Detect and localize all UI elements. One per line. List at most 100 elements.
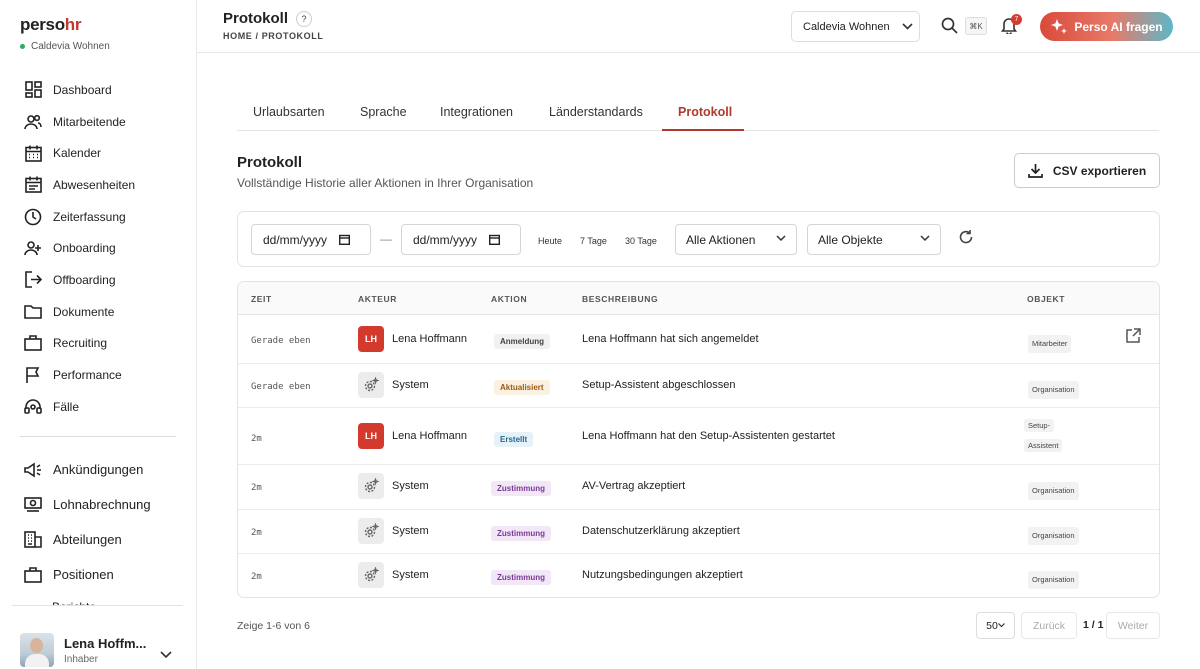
sidebar-item-label: Lohnabrechnung — [53, 497, 151, 512]
sidebar-item-abwesenheiten[interactable]: Abwesenheiten — [14, 169, 184, 201]
chevron-down-icon[interactable] — [160, 646, 172, 664]
sidebar-item-ankuendigungen[interactable]: Ankündigungen — [14, 452, 184, 487]
sidebar-item-recruiting[interactable]: Recruiting — [14, 328, 184, 360]
tab-integrationen[interactable]: Integrationen — [440, 105, 513, 119]
row-time: 2m — [251, 434, 262, 444]
refresh-icon[interactable] — [958, 229, 974, 250]
money-icon — [23, 495, 43, 515]
page-size-select[interactable]: 50 — [976, 612, 1015, 639]
object-badge: Organisation — [1028, 571, 1079, 589]
object-badge: Mitarbeiter — [1028, 335, 1072, 353]
row-time: 2m — [251, 483, 262, 493]
clock-icon — [23, 207, 43, 227]
row-actor: System — [358, 562, 429, 588]
table-row[interactable]: 2m System Zustimmung Nutzungsbedingungen… — [238, 554, 1159, 597]
quick-filter-30-days[interactable]: 30 Tage — [625, 236, 657, 246]
row-description: Lena Hoffmann hat den Setup-Assistenten … — [582, 430, 835, 442]
sidebar-nav: Dashboard Mitarbeitende Kalender Abwesen… — [14, 74, 184, 423]
sidebar-item-dokumente[interactable]: Dokumente — [14, 296, 184, 328]
system-gear-icon — [358, 518, 384, 544]
sidebar-item-label: Ankündigungen — [53, 462, 144, 477]
logo[interactable]: persohr — [20, 15, 82, 35]
org-select[interactable]: Caldevia Wohnen — [791, 11, 920, 42]
sidebar-item-mitarbeitende[interactable]: Mitarbeitende — [14, 106, 184, 138]
sidebar-item-label: Onboarding — [53, 241, 116, 256]
section-subtitle: Vollständige Historie aller Aktionen in … — [237, 176, 534, 190]
section-title: Protokoll — [237, 154, 303, 171]
table-row[interactable]: 2m System Zustimmung AV-Vertrag akzeptie… — [238, 465, 1159, 510]
building-icon — [23, 530, 43, 550]
sidebar-nav-secondary: Ankündigungen Lohnabrechnung Abteilungen… — [14, 452, 184, 592]
calendar-icon — [23, 143, 43, 163]
sidebar-item-label: Mitarbeitende — [53, 114, 126, 129]
column-header-beschreibung: BESCHREIBUNG — [582, 294, 659, 304]
nav-divider — [20, 436, 176, 437]
table-row[interactable]: Gerade eben LH Lena Hoffmann Anmeldung L… — [238, 315, 1159, 364]
row-actor: System — [358, 473, 429, 499]
sidebar-item-positionen[interactable]: Positionen — [14, 557, 184, 592]
sidebar-item-offboarding[interactable]: Offboarding — [14, 264, 184, 296]
sidebar-item-abteilungen[interactable]: Abteilungen — [14, 522, 184, 557]
ask-ai-button[interactable]: Perso AI fragen — [1040, 12, 1173, 41]
help-icon[interactable]: ? — [296, 10, 313, 27]
tab-sprache[interactable]: Sprache — [360, 105, 407, 119]
absence-icon — [23, 175, 43, 195]
filter-bar: dd/mm/yyyy — dd/mm/yyyy Heute 7 Tage 30 … — [237, 211, 1160, 267]
sidebar-item-label: Fälle — [53, 399, 80, 414]
action-badge: Zustimmung — [491, 570, 551, 585]
flag-icon — [23, 365, 43, 385]
page-title: Protokoll ? — [223, 10, 313, 27]
sidebar-item-faelle[interactable]: Fälle — [14, 391, 184, 423]
sidebar-item-label: Dashboard — [53, 82, 112, 97]
table-row[interactable]: 2m System Zustimmung Datenschutzerklärun… — [238, 510, 1159, 554]
shortcut-hint: ⌘K — [965, 17, 987, 35]
object-badge: Setup- Assistent — [1024, 416, 1070, 456]
search-icon[interactable] — [941, 17, 958, 39]
folder-icon — [23, 302, 43, 322]
sidebar-item-kalender[interactable]: Kalender — [14, 137, 184, 169]
pagination-summary: Zeige 1-6 von 6 — [237, 620, 310, 632]
object-filter-select[interactable]: Alle Objekte — [807, 224, 941, 255]
date-to-input[interactable]: dd/mm/yyyy — [401, 224, 521, 255]
tab-urlaubsarten[interactable]: Urlaubsarten — [253, 105, 325, 119]
briefcase-icon — [23, 333, 43, 353]
sidebar: persohr Caldevia Wohnen Dashboard Mitarb… — [0, 0, 197, 669]
row-description: Nutzungsbedingungen akzeptiert — [582, 569, 743, 581]
table-row[interactable]: Gerade eben System Aktualisiert Setup-As… — [238, 364, 1159, 408]
sidebar-item-zeiterfassung[interactable]: Zeiterfassung — [14, 201, 184, 233]
column-header-zeit: ZEIT — [251, 294, 272, 304]
tab-laenderstandards[interactable]: Länderstandards — [549, 105, 643, 119]
sidebar-item-dashboard[interactable]: Dashboard — [14, 74, 184, 106]
tab-protokoll[interactable]: Protokoll — [678, 105, 732, 119]
csv-export-button[interactable]: CSV exportieren — [1014, 153, 1160, 188]
settings-tabs: Urlaubsarten Sprache Integrationen Lände… — [237, 93, 1159, 131]
sidebar-item-performance[interactable]: Performance — [14, 359, 184, 391]
user-role: Inhaber — [64, 653, 98, 665]
sidebar-item-lohnabrechnung[interactable]: Lohnabrechnung — [14, 487, 184, 522]
chevron-down-icon — [920, 235, 930, 242]
users-icon — [23, 112, 43, 132]
org-name: Caldevia Wohnen — [31, 41, 110, 52]
table-row[interactable]: 2m LH Lena Hoffmann Erstellt Lena Hoffma… — [238, 408, 1159, 465]
previous-page-button[interactable]: Zurück — [1021, 612, 1077, 639]
system-gear-icon — [358, 372, 384, 398]
chevron-down-icon — [997, 623, 1005, 628]
object-badge: Organisation — [1028, 482, 1079, 500]
avatar: LH — [358, 326, 384, 352]
headset-icon — [23, 397, 43, 417]
audit-log-table: ZEIT AKTEUR AKTION BESCHREIBUNG OBJEKT G… — [237, 281, 1160, 598]
action-filter-select[interactable]: Alle Aktionen — [675, 224, 797, 255]
user-menu[interactable]: Lena Hoffm... Inhaber — [20, 633, 146, 667]
system-gear-icon — [358, 562, 384, 588]
quick-filter-7-days[interactable]: 7 Tage — [580, 236, 607, 246]
chevron-down-icon — [902, 23, 913, 30]
date-from-input[interactable]: dd/mm/yyyy — [251, 224, 371, 255]
external-link-icon[interactable] — [1125, 328, 1141, 349]
sidebar-item-label: Performance — [53, 368, 122, 383]
row-time: 2m — [251, 528, 262, 538]
sidebar-item-onboarding[interactable]: Onboarding — [14, 232, 184, 264]
sidebar-item-label: Kalender — [53, 146, 102, 161]
next-page-button[interactable]: Weiter — [1106, 612, 1160, 639]
top-header: Protokoll ? HOME / PROTOKOLL Caldevia Wo… — [197, 0, 1200, 53]
quick-filter-today[interactable]: Heute — [538, 236, 562, 246]
